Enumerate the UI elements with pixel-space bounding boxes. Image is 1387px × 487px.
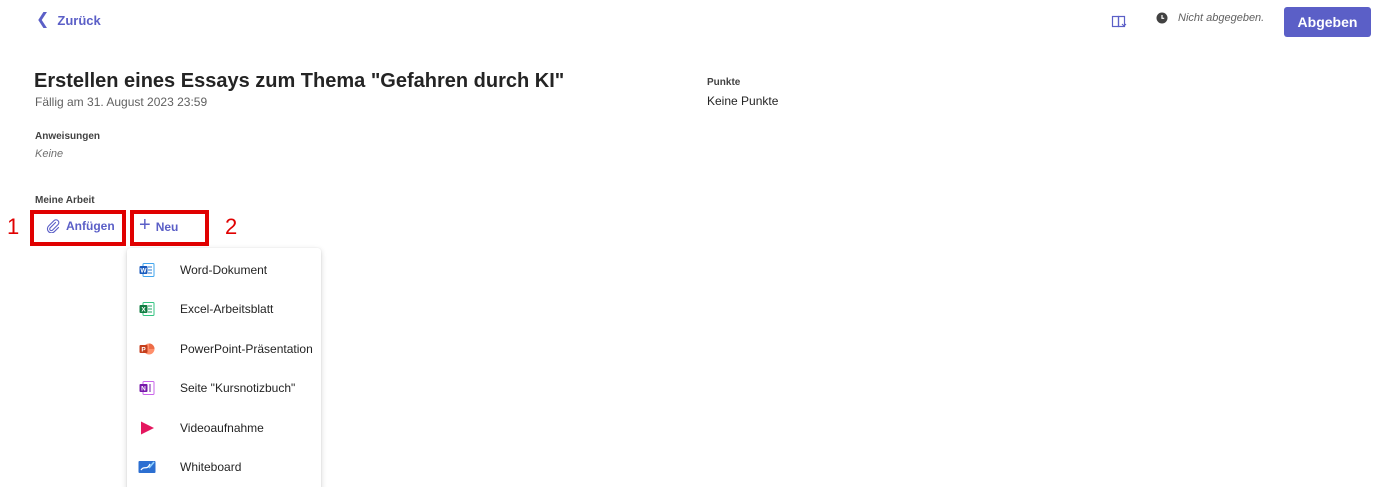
menu-item-powerpoint[interactable]: P PowerPoint-Präsentation [127, 330, 321, 368]
clock-icon [1156, 12, 1168, 24]
word-icon: W [138, 261, 156, 279]
menu-item-label: Videoaufnahme [180, 421, 264, 435]
menu-item-label: PowerPoint-Präsentation [180, 342, 313, 356]
whiteboard-icon [138, 458, 156, 476]
menu-item-whiteboard[interactable]: Whiteboard [127, 448, 321, 486]
instructions-value: Keine [35, 148, 64, 160]
points-label: Punkte [707, 77, 741, 88]
submission-status: Nicht abgegeben. [1156, 12, 1264, 24]
video-icon [138, 419, 156, 437]
menu-item-video[interactable]: Videoaufnahme [127, 409, 321, 447]
status-text: Nicht abgegeben. [1178, 12, 1265, 24]
onenote-icon: N [138, 379, 156, 397]
my-work-label: Meine Arbeit [35, 195, 95, 206]
annotation-marker-1: 1 [7, 214, 20, 239]
svg-text:W: W [140, 268, 147, 275]
due-date: Fällig am 31. August 2023 23:59 [35, 95, 208, 109]
svg-text:P: P [141, 347, 146, 354]
assignment-title: Erstellen eines Essays zum Thema "Gefahr… [34, 70, 565, 92]
menu-item-excel[interactable]: X Excel-Arbeitsblatt [127, 290, 321, 328]
menu-item-label: Whiteboard [180, 460, 242, 474]
chevron-left-icon: ❮ [36, 10, 50, 28]
excel-icon: X [138, 300, 156, 318]
immersive-reader-icon [1111, 15, 1127, 28]
points-value: Keine Punkte [707, 94, 779, 108]
highlight-box-attach [30, 210, 126, 246]
highlight-box-new [130, 210, 209, 246]
back-link[interactable]: ❮ Zurück [36, 10, 101, 28]
menu-item-label: Excel-Arbeitsblatt [180, 302, 274, 316]
menu-item-label: Seite "Kursnotizbuch" [180, 381, 296, 395]
back-label: Zurück [57, 13, 101, 28]
submit-button[interactable]: Abgeben [1284, 7, 1371, 37]
menu-item-onenote[interactable]: N Seite "Kursnotizbuch" [127, 369, 321, 407]
annotation-marker-2: 2 [225, 214, 238, 239]
menu-item-word[interactable]: W Word-Dokument [127, 251, 321, 289]
svg-text:N: N [141, 386, 146, 393]
instructions-label: Anweisungen [35, 131, 101, 142]
menu-item-label: Word-Dokument [180, 263, 268, 277]
immersive-reader-button[interactable] [1109, 12, 1129, 32]
assignment-page: ❮ Zurück Nicht abgegeben. Abgeben Erstel… [0, 0, 1387, 487]
powerpoint-icon: P [138, 340, 156, 358]
svg-text:X: X [141, 307, 146, 314]
